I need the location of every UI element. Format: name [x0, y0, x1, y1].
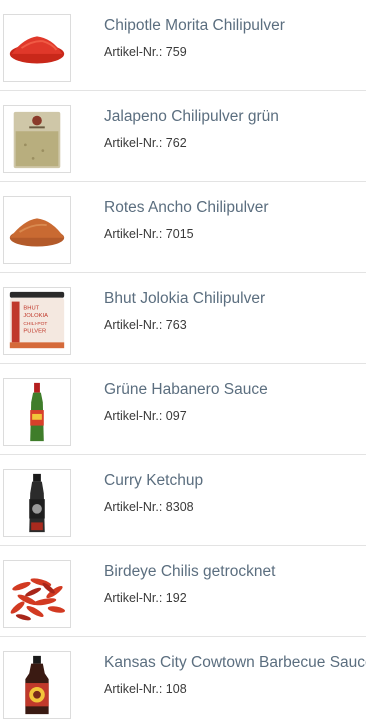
- product-sku: Artikel-Nr.: 762: [104, 136, 187, 150]
- product-item[interactable]: Curry Ketchup Artikel-Nr.: 8308: [0, 455, 366, 546]
- product-title[interactable]: Rotes Ancho Chilipulver: [104, 199, 269, 217]
- jar-label-line: PULVER: [23, 329, 46, 335]
- product-title[interactable]: Jalapeno Chilipulver grün: [104, 108, 279, 126]
- product-sku: Artikel-Nr.: 192: [104, 591, 187, 605]
- product-list: Chipotle Morita Chilipulver Artikel-Nr.:…: [0, 0, 366, 728]
- product-title[interactable]: Bhut Jolokia Chilipulver: [104, 290, 265, 308]
- product-image[interactable]: [3, 560, 71, 628]
- product-sku: Artikel-Nr.: 7015: [104, 227, 194, 241]
- product-item[interactable]: Rotes Ancho Chilipulver Artikel-Nr.: 701…: [0, 182, 366, 273]
- product-sku: Artikel-Nr.: 759: [104, 45, 187, 59]
- product-image[interactable]: [3, 14, 71, 82]
- product-title[interactable]: Kansas City Cowtown Barbecue Sauce: [104, 654, 366, 672]
- product-item[interactable]: Jalapeno Chilipulver grün Artikel-Nr.: 7…: [0, 91, 366, 182]
- product-sku: Artikel-Nr.: 097: [104, 409, 187, 423]
- product-image[interactable]: [3, 196, 71, 264]
- product-image[interactable]: [3, 651, 71, 719]
- product-item[interactable]: Birdeye Chilis getrocknet Artikel-Nr.: 1…: [0, 546, 366, 637]
- product-item[interactable]: Chipotle Morita Chilipulver Artikel-Nr.:…: [0, 0, 366, 91]
- jar-label-line: JOLOKIA: [23, 313, 48, 319]
- product-title[interactable]: Curry Ketchup: [104, 472, 203, 490]
- product-item[interactable]: Kansas City Cowtown Barbecue Sauce Artik…: [0, 637, 366, 728]
- product-sku: Artikel-Nr.: 8308: [104, 500, 194, 514]
- product-sku: Artikel-Nr.: 763: [104, 318, 187, 332]
- jar-label-line: CHILI-POT: [23, 321, 47, 327]
- product-image[interactable]: [3, 469, 71, 537]
- product-item[interactable]: Grüne Habanero Sauce Artikel-Nr.: 097: [0, 364, 366, 455]
- product-title[interactable]: Chipotle Morita Chilipulver: [104, 17, 285, 35]
- product-title[interactable]: Birdeye Chilis getrocknet: [104, 563, 275, 581]
- product-image[interactable]: [3, 105, 71, 173]
- product-image[interactable]: BHUT JOLOKIA CHILI-POT PULVER: [3, 287, 71, 355]
- product-title[interactable]: Grüne Habanero Sauce: [104, 381, 268, 399]
- product-image[interactable]: [3, 378, 71, 446]
- product-sku: Artikel-Nr.: 108: [104, 682, 187, 696]
- jar-label-line: BHUT: [23, 305, 39, 311]
- product-item[interactable]: BHUT JOLOKIA CHILI-POT PULVER Bhut Jolok…: [0, 273, 366, 364]
